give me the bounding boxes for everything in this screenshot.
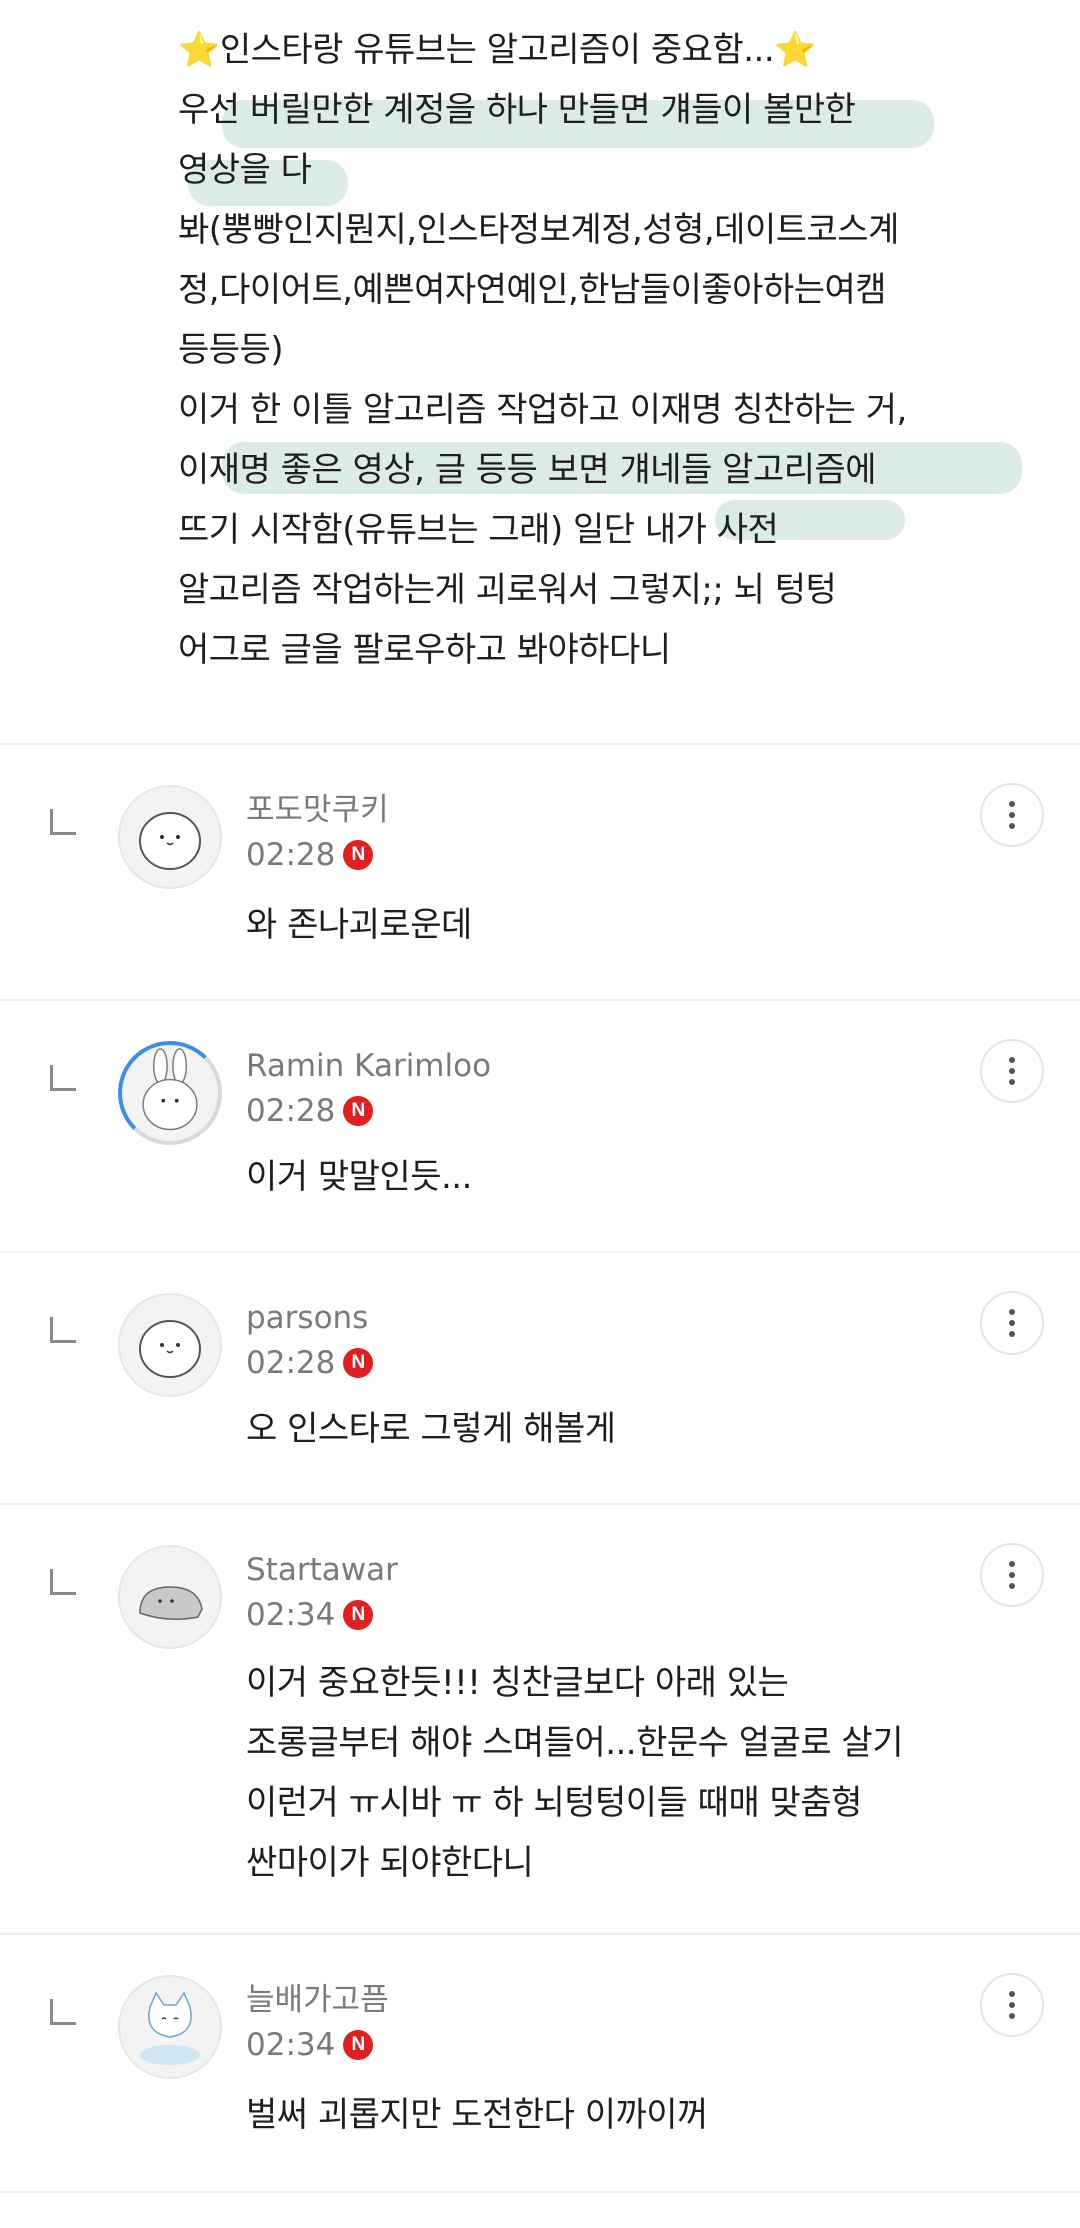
reply-arrow-icon <box>50 1999 76 2025</box>
new-badge: N <box>343 1348 374 1378</box>
comment-item: 포도맛쿠키 02:28 N 와 존나괴로운데 <box>0 745 1080 1001</box>
comment-text: 벌써 괴롭지만 도전한다 이까이꺼 <box>246 2095 708 2135</box>
post-line: 어그로 글을 팔로우하고 봐야하다니 <box>178 630 671 670</box>
comment-author[interactable]: parsons <box>246 1297 373 1339</box>
post-line: 이거 한 이틀 알고리즘 작업하고 이재명 칭찬하는 거, <box>178 390 907 430</box>
comment-author[interactable]: Startawar <box>246 1549 398 1591</box>
comment-item: Startawar 02:34 N 이거 중요한듯!!! 칭찬글보다 아래 있는 … <box>0 1505 1080 1935</box>
comment-time: 02:34 <box>246 1597 336 1633</box>
comment-text: 와 존나괴로운데 <box>246 905 472 945</box>
new-badge: N <box>343 2030 374 2060</box>
more-options-button[interactable] <box>980 1973 1044 2037</box>
reply-arrow-icon <box>50 809 76 835</box>
comment-text: 오 인스타로 그렇게 해볼게 <box>246 1409 616 1449</box>
new-badge: N <box>343 1600 374 1630</box>
dino-avatar-icon[interactable] <box>118 1545 222 1649</box>
post-line: 이재명 좋은 영상, 글 등등 보면 걔네들 알고리즘에 <box>178 450 877 490</box>
reply-arrow-icon <box>50 1569 76 1595</box>
comment-text: 이거 중요한듯!!! 칭찬글보다 아래 있는 조롱글부터 해야 스며들어...한… <box>246 1663 903 1883</box>
post-line: 알고리즘 작업하는게 괴로워서 그렇지;; 뇌 텅텅 <box>178 570 837 610</box>
cat-avatar-icon[interactable] <box>118 1975 222 2079</box>
comment-item: 늘배가고픔 02:34 N 벌써 괴롭지만 도전한다 이까이꺼 <box>0 1935 1080 2193</box>
more-options-button[interactable] <box>980 1291 1044 1355</box>
post-line: 봐(뿡빵인지뭔지,인스타정보계정,성형,데이트코스계 <box>178 210 899 250</box>
comment-author[interactable]: Ramin Karimloo <box>246 1045 491 1087</box>
comment-time: 02:34 <box>246 2027 336 2063</box>
blob-avatar-icon[interactable] <box>118 1293 222 1397</box>
reply-arrow-icon <box>50 1065 76 1091</box>
more-options-button[interactable] <box>980 1039 1044 1103</box>
comment-text: 이거 맞말인듯... <box>246 1157 472 1197</box>
new-badge: N <box>343 840 374 870</box>
post-line: 영상을 다 <box>178 150 312 190</box>
bunny-avatar-icon[interactable] <box>118 1041 222 1145</box>
reply-arrow-icon <box>50 1317 76 1343</box>
post-line: 뜨기 시작함(유튜브는 그래) 일단 내가 사전 <box>178 510 779 550</box>
comment-item: Ramin Karimloo 02:28 N 이거 맞말인듯... <box>0 1001 1080 1253</box>
more-options-button[interactable] <box>980 1543 1044 1607</box>
blob-avatar-icon[interactable] <box>118 785 222 889</box>
post-line: 우선 버릴만한 계정을 하나 만들면 걔들이 볼만한 <box>178 90 856 130</box>
comment-time: 02:28 <box>246 837 336 873</box>
post-line: ⭐인스타랑 유튜브는 알고리즘이 중요함...⭐ <box>178 30 817 70</box>
comment-item: parsons 02:28 N 오 인스타로 그렇게 해볼게 <box>0 1253 1080 1505</box>
post-body: ⭐인스타랑 유튜브는 알고리즘이 중요함...⭐ 우선 버릴만한 계정을 하나 … <box>0 0 1080 745</box>
more-options-button[interactable] <box>980 783 1044 847</box>
comment-author[interactable]: 늘배가고픔 <box>246 1979 389 2021</box>
post-line: 등등등) <box>178 330 284 370</box>
comment-time: 02:28 <box>246 1345 336 1381</box>
comment-author[interactable]: 포도맛쿠키 <box>246 789 389 831</box>
comment-time: 02:28 <box>246 1093 336 1129</box>
post-line: 정,다이어트,예쁜여자연예인,한남들이좋아하는여캠 <box>178 270 887 310</box>
new-badge: N <box>343 1096 374 1126</box>
